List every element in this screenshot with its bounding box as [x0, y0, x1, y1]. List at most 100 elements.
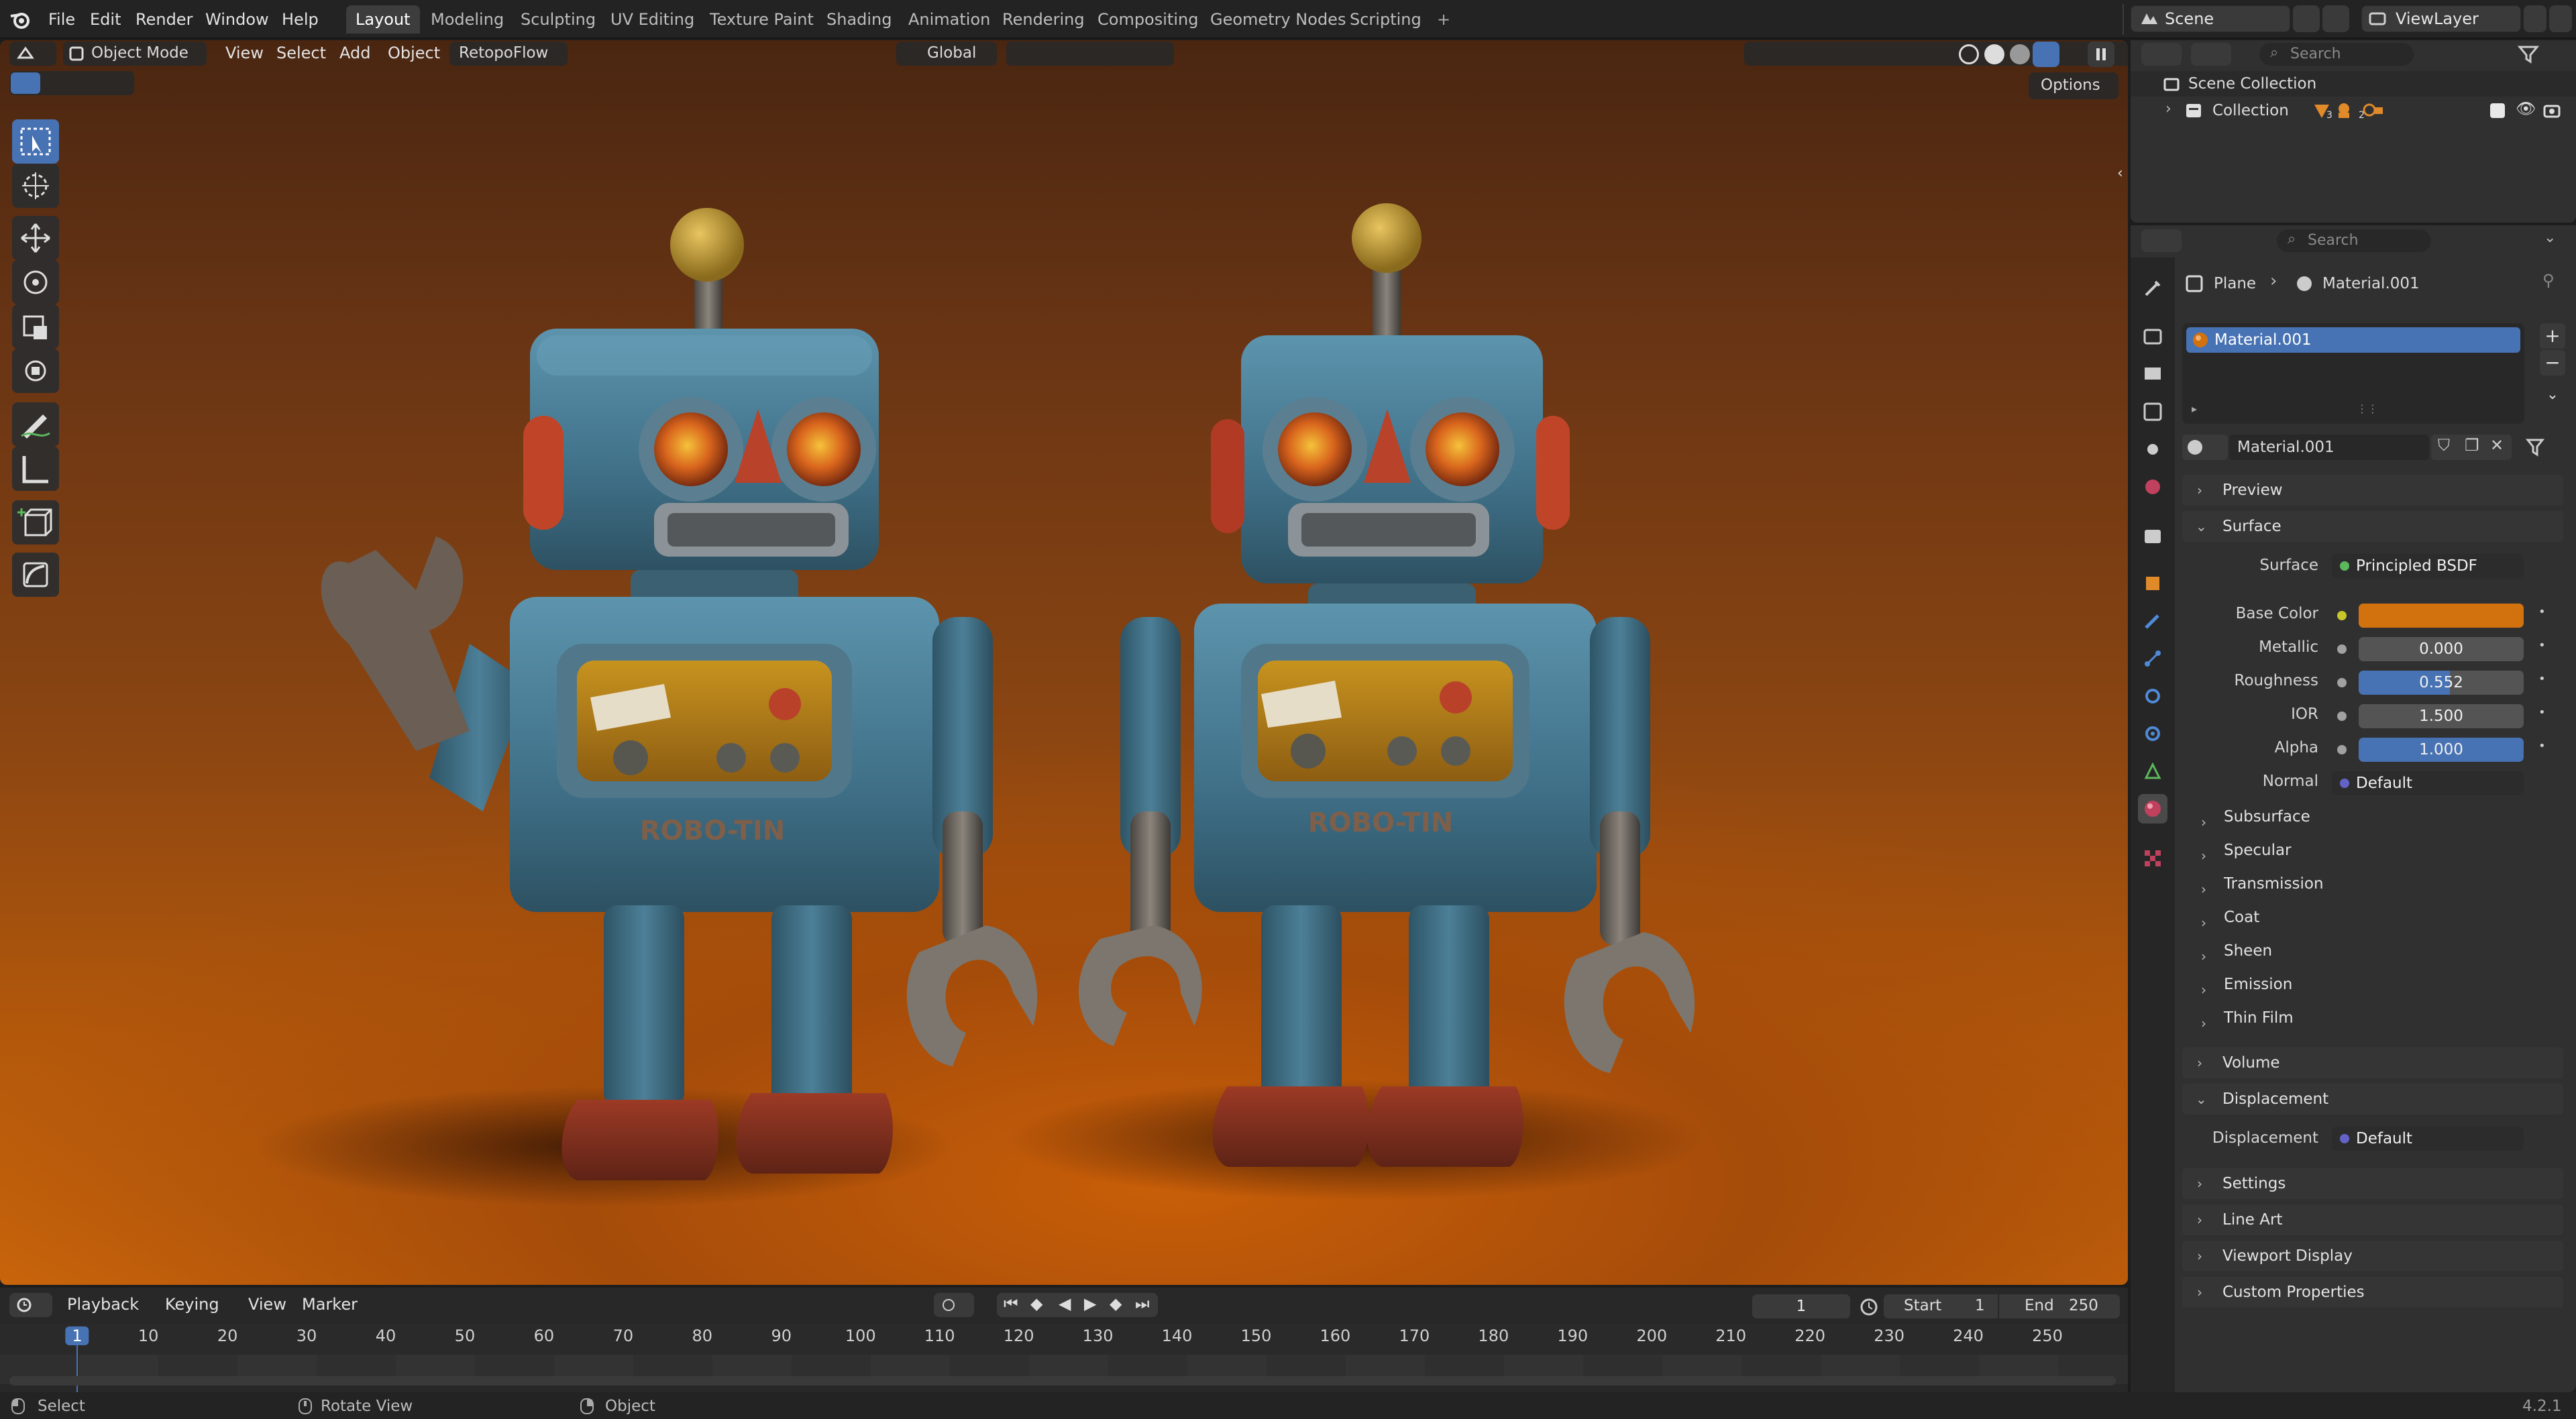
- jump-end-icon[interactable]: ⏭: [1135, 1294, 1150, 1313]
- tab-rendering[interactable]: Rendering: [993, 5, 1094, 34]
- preview-section[interactable]: › Preview: [2182, 475, 2563, 506]
- physics-tab-icon[interactable]: [2138, 681, 2167, 711]
- tab-uv-editing[interactable]: UV Editing: [601, 5, 704, 34]
- viewport-display-section[interactable]: › Viewport Display: [2182, 1241, 2563, 1271]
- fake-user-shield-icon[interactable]: ⛉: [2438, 436, 2450, 455]
- mode-dropdown[interactable]: Object Mode: [63, 42, 207, 66]
- retopoflow-tool[interactable]: [12, 553, 59, 597]
- properties-options-icon[interactable]: ⌄: [2544, 229, 2556, 246]
- tab-animation[interactable]: Animation: [899, 5, 1000, 34]
- constraints-tab-icon[interactable]: [2138, 719, 2167, 748]
- next-keyframe-icon[interactable]: ◆: [1110, 1294, 1122, 1313]
- specular-subpanel[interactable]: › Specular: [2201, 837, 2292, 864]
- slot-specials-button[interactable]: ⌄: [2540, 382, 2565, 408]
- surface-section[interactable]: ⌄ Surface: [2182, 511, 2563, 542]
- keyframe-dot-icon[interactable]: •: [2538, 739, 2546, 753]
- data-tab-icon[interactable]: [2138, 756, 2167, 786]
- keyframe-dot-icon[interactable]: •: [2538, 672, 2546, 686]
- keyframe-dot-icon[interactable]: •: [2538, 605, 2546, 619]
- scale-tool[interactable]: [12, 304, 59, 349]
- material-tab-icon[interactable]: [2138, 794, 2167, 824]
- menu-playback[interactable]: Playback: [60, 1292, 146, 1317]
- metallic-field[interactable]: 0.000: [2359, 637, 2524, 661]
- expand-arrow-icon[interactable]: ▸: [2192, 402, 2197, 415]
- scene-tab-icon[interactable]: [2138, 435, 2167, 464]
- play-reverse-icon[interactable]: ◀: [1059, 1294, 1071, 1313]
- tab-layout[interactable]: Layout: [346, 5, 420, 34]
- wireframe-shading-button[interactable]: [1959, 44, 1979, 64]
- tab-compositing[interactable]: Compositing: [1088, 5, 1208, 34]
- keyframe-dot-icon[interactable]: •: [2538, 705, 2546, 720]
- material-actions[interactable]: ⛉ ❐ ✕: [2431, 435, 2512, 460]
- measure-tool[interactable]: [12, 447, 59, 491]
- properties-editor-type[interactable]: [2141, 229, 2182, 252]
- menu-view[interactable]: View: [219, 40, 270, 66]
- eye-icon[interactable]: 👁: [2516, 99, 2536, 118]
- outliner-editor-type[interactable]: [2141, 43, 2182, 66]
- line-art-section[interactable]: › Line Art: [2182, 1204, 2563, 1235]
- resize-grip-icon[interactable]: ⋮⋮: [2357, 402, 2378, 415]
- select-box-tool[interactable]: [12, 119, 59, 164]
- transform-tool[interactable]: [12, 349, 59, 393]
- particles-tab-icon[interactable]: [2138, 644, 2167, 673]
- pause-render-button[interactable]: [2088, 42, 2114, 67]
- expand-icon[interactable]: ›: [2165, 101, 2171, 117]
- displacement-field[interactable]: Default: [2332, 1127, 2524, 1151]
- options-button[interactable]: Options: [2029, 72, 2118, 99]
- stopwatch-icon[interactable]: [1858, 1296, 1880, 1317]
- custom-properties-section[interactable]: › Custom Properties: [2182, 1277, 2563, 1308]
- tool-tab-icon[interactable]: [2138, 274, 2167, 303]
- alpha-field[interactable]: 1.000: [2359, 738, 2524, 762]
- material-slot-row[interactable]: Material.001: [2186, 327, 2520, 353]
- 3d-viewport[interactable]: ROBO-TIN ROBO-TIN Object Mode View Selec…: [0, 40, 2128, 1285]
- coat-subpanel[interactable]: › Coat: [2201, 904, 2259, 931]
- timeline-scrollbar[interactable]: [9, 1376, 2116, 1385]
- solid-shading-button[interactable]: [1984, 44, 2004, 64]
- add-cube-tool[interactable]: [12, 500, 59, 545]
- new-scene-button[interactable]: [2293, 5, 2320, 32]
- timeline-editor-type[interactable]: [9, 1293, 52, 1317]
- retopoflow-dropdown[interactable]: RetopoFlow: [449, 42, 568, 66]
- select-mode-toggles[interactable]: [9, 71, 134, 95]
- node-tree-menu[interactable]: [2522, 435, 2565, 460]
- sheen-subpanel[interactable]: › Sheen: [2201, 938, 2272, 964]
- collection-checkbox[interactable]: [2490, 103, 2505, 118]
- tab-sculpting[interactable]: Sculpting: [511, 5, 605, 34]
- menu-edit[interactable]: Edit: [80, 7, 130, 32]
- pin-icon[interactable]: ⚲: [2542, 271, 2555, 290]
- output-tab-icon[interactable]: [2138, 359, 2167, 389]
- delete-view-layer-button[interactable]: [2549, 5, 2572, 32]
- play-icon[interactable]: ▶: [1084, 1294, 1096, 1313]
- world-tab-icon[interactable]: [2138, 472, 2167, 502]
- sidebar-toggle-icon[interactable]: ‹: [2117, 165, 2123, 182]
- menu-object[interactable]: Object: [381, 40, 447, 66]
- transmission-subpanel[interactable]: › Transmission: [2201, 870, 2324, 897]
- settings-section[interactable]: › Settings: [2182, 1168, 2563, 1199]
- rotate-tool[interactable]: [12, 260, 59, 304]
- volume-section[interactable]: › Volume: [2182, 1047, 2563, 1078]
- surface-shader-field[interactable]: Principled BSDF: [2332, 554, 2524, 578]
- end-frame-field[interactable]: End 250: [1999, 1294, 2120, 1318]
- ior-field[interactable]: 1.500: [2359, 704, 2524, 728]
- emission-subpanel[interactable]: › Emission: [2201, 971, 2292, 998]
- displacement-section[interactable]: ⌄ Displacement: [2182, 1084, 2563, 1115]
- delete-scene-button[interactable]: [2322, 5, 2349, 32]
- view-layer-tab-icon[interactable]: [2138, 397, 2167, 427]
- camera-render-icon[interactable]: [2542, 102, 2563, 119]
- base-color-swatch[interactable]: [2359, 604, 2524, 628]
- tab-scripting[interactable]: Scripting: [1340, 5, 1431, 34]
- current-frame-field[interactable]: 1: [1752, 1294, 1850, 1318]
- outliner-display-mode[interactable]: [2191, 43, 2231, 66]
- texture-tab-icon[interactable]: [2138, 844, 2167, 873]
- properties-search[interactable]: ⌕ Search: [2277, 229, 2431, 252]
- normal-field[interactable]: Default: [2332, 771, 2524, 795]
- tab-geometry-nodes[interactable]: Geometry Nodes: [1201, 5, 1355, 34]
- menu-add[interactable]: Add: [333, 40, 377, 66]
- select-new-icon[interactable]: [11, 72, 40, 94]
- cursor-tool[interactable]: [12, 164, 59, 208]
- tab-shading[interactable]: Shading: [817, 5, 902, 34]
- move-tool[interactable]: [12, 216, 59, 260]
- add-slot-button[interactable]: +: [2540, 323, 2565, 349]
- browse-material-button[interactable]: [2182, 435, 2228, 460]
- orientation-dropdown[interactable]: Global: [896, 42, 997, 66]
